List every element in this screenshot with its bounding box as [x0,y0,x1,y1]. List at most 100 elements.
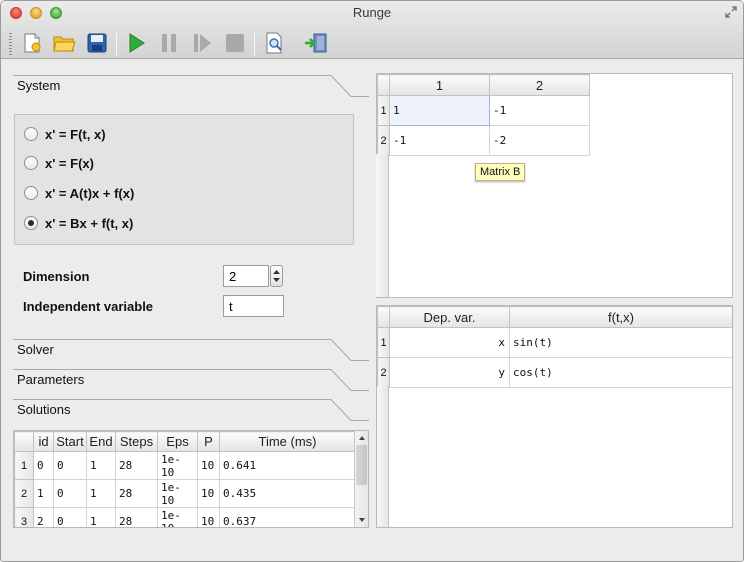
table-cell[interactable]: 10 [197,451,220,480]
section-divider [13,339,369,361]
system-option-4[interactable]: x' = Bx + f(t, x) [24,214,133,232]
table-header-row: Dep. var. f(t,x) [377,306,732,328]
step-button[interactable] [189,30,215,56]
corner-header [14,431,34,452]
table-cell[interactable]: 1e-10 [157,451,198,480]
toolbar-separator [254,32,255,56]
independent-variable-input[interactable] [223,295,284,317]
column-header[interactable]: Steps [115,431,158,452]
system-option-label: x' = F(t, x) [45,126,106,142]
solutions-table-frame: id Start End Steps Eps P Time (ms) 1 0 0… [13,430,369,528]
inspect-button[interactable] [262,30,288,56]
pause-button[interactable] [156,30,182,56]
table-cell[interactable]: 1e-10 [157,479,198,508]
table-cell[interactable]: 10 [197,507,220,527]
table-cell[interactable]: 0 [53,451,87,480]
new-button[interactable] [19,30,45,56]
table-cell[interactable]: 1e-10 [157,507,198,527]
row-header[interactable]: 1 [377,95,390,126]
table-cell[interactable]: 10 [197,479,220,508]
scrollbar-thumb[interactable] [356,445,367,485]
save-button[interactable] [84,30,110,56]
row-header[interactable]: 2 [377,125,390,156]
radio-button-selected[interactable] [24,216,38,230]
table-row[interactable]: 2 1 0 1 28 1e-10 10 0.435 [14,479,356,508]
system-option-3[interactable]: x' = A(t)x + f(x) [24,184,134,202]
table-cell[interactable]: 0.637 [219,507,356,527]
solver-section-header[interactable]: Solver [13,339,369,363]
stop-button[interactable] [222,30,248,56]
table-row[interactable]: 1 0 0 1 28 1e-10 10 0.641 [14,451,356,480]
column-header[interactable]: P [197,431,220,452]
column-header[interactable]: f(t,x) [509,306,732,328]
export-icon [305,33,327,53]
open-button[interactable] [51,30,77,56]
table-cell[interactable]: 0 [53,507,87,527]
table-cell[interactable]: 0 [33,451,54,480]
row-header[interactable]: 1 [377,327,390,358]
column-header[interactable]: 2 [489,74,590,96]
column-header[interactable]: End [86,431,116,452]
matrix-cell[interactable]: -2 [489,125,590,156]
column-header[interactable]: Dep. var. [389,306,510,328]
row-header[interactable]: 2 [377,357,390,388]
pause-icon [162,34,176,52]
title-bar: Runge [1,1,743,59]
toolbar-grip[interactable] [9,33,12,55]
system-option-1[interactable]: x' = F(t, x) [24,125,106,143]
table-cell[interactable]: 0.641 [219,451,356,480]
dep-var-cell[interactable]: y [389,357,510,388]
table-header-row: id Start End Steps Eps P Time (ms) [14,431,356,452]
matrix-cell[interactable]: -1 [489,95,590,126]
row-header[interactable]: 2 [14,479,34,508]
column-header[interactable]: Start [53,431,87,452]
solutions-section-header[interactable]: Solutions [13,399,369,423]
radio-button[interactable] [24,156,38,170]
function-cell[interactable]: cos(t) [509,357,732,388]
window-title: Runge [352,5,392,20]
radio-button[interactable] [24,127,38,141]
scroll-down-icon[interactable] [356,514,368,526]
run-button[interactable] [123,30,149,56]
table-row[interactable]: 1 1 -1 [377,95,590,126]
table-row[interactable]: 2 -1 -2 [377,125,590,156]
row-header[interactable]: 3 [14,507,34,527]
system-type-group: x' = F(t, x) x' = F(x) x' = A(t)x + f(x)… [14,114,354,245]
dimension-input[interactable] [223,265,269,287]
export-button[interactable] [303,30,329,56]
solver-section-label: Solver [17,342,54,357]
scroll-up-icon[interactable] [356,432,368,444]
table-cell[interactable]: 2 [33,507,54,527]
parameters-section-header[interactable]: Parameters [13,369,369,393]
table-row[interactable]: 3 2 0 1 28 1e-10 10 0.637 [14,507,356,527]
system-section-header[interactable]: System [13,75,369,99]
table-cell[interactable]: 28 [115,507,158,527]
table-row[interactable]: 2 y cos(t) [377,357,732,388]
matrix-cell-selected[interactable]: 1 [389,95,490,126]
table-cell[interactable]: 1 [33,479,54,508]
fullscreen-icon[interactable] [725,6,737,18]
table-cell[interactable]: 0.435 [219,479,356,508]
table-cell[interactable]: 28 [115,451,158,480]
table-row[interactable]: 1 x sin(t) [377,327,732,358]
solutions-scrollbar[interactable] [354,431,368,527]
table-cell[interactable]: 1 [86,451,116,480]
radio-button[interactable] [24,186,38,200]
row-header[interactable]: 1 [14,451,34,480]
column-header[interactable]: Eps [157,431,198,452]
system-option-2[interactable]: x' = F(x) [24,154,94,172]
column-header[interactable]: id [33,431,54,452]
table-cell[interactable]: 0 [53,479,87,508]
solutions-section-label: Solutions [17,402,71,417]
matrix-cell[interactable]: -1 [389,125,490,156]
spinner-arrows[interactable] [270,265,283,287]
function-cell[interactable]: sin(t) [509,327,732,358]
save-icon [87,33,107,53]
dimension-spinner[interactable] [223,265,283,287]
table-cell[interactable]: 1 [86,479,116,508]
table-cell[interactable]: 1 [86,507,116,527]
column-header[interactable]: Time (ms) [219,431,356,452]
dep-var-cell[interactable]: x [389,327,510,358]
column-header[interactable]: 1 [389,74,490,96]
table-cell[interactable]: 28 [115,479,158,508]
